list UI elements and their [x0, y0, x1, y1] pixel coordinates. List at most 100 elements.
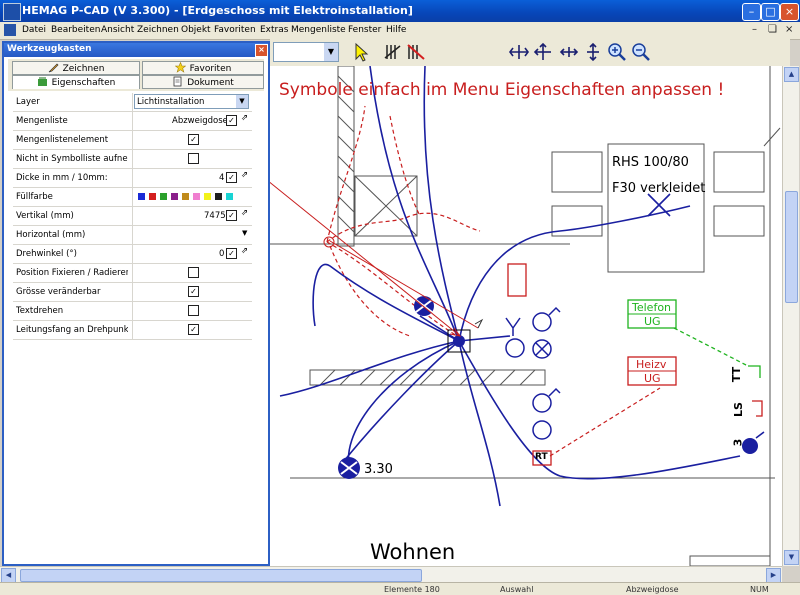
- vertikal-value[interactable]: 7475: [204, 211, 226, 221]
- leitungsfang-checkbox[interactable]: ✓: [188, 324, 199, 335]
- vertical-scroll-thumb[interactable]: [785, 191, 798, 303]
- minimize-button[interactable]: –: [742, 3, 761, 21]
- vertical-scrollbar[interactable]: ▲ ▼: [782, 66, 799, 566]
- room-label: Wohnen: [370, 540, 456, 564]
- dicke-value[interactable]: 4: [219, 173, 224, 183]
- heizv-ug-label: UG: [644, 372, 661, 385]
- socket-symbol: [507, 263, 527, 297]
- property-row-symbolliste: Nicht in Symbolliste aufnehmen: [13, 150, 252, 169]
- document-menu-icon[interactable]: [4, 24, 16, 36]
- separator: [132, 112, 133, 130]
- menu-datei[interactable]: Datei: [22, 25, 46, 35]
- menu-mengenliste[interactable]: Mengenliste: [291, 25, 346, 35]
- zoom-out-icon[interactable]: [630, 41, 652, 63]
- scroll-left-icon[interactable]: ◀: [1, 568, 16, 583]
- drehwinkel-value[interactable]: 0: [219, 249, 224, 259]
- hatch-tool-icon[interactable]: [382, 41, 404, 63]
- horizontal-scrollbar[interactable]: ◀ ▶: [0, 566, 782, 583]
- status-bar: Elemente 180 Auswahl Abzweigdose NUM: [0, 582, 800, 595]
- property-row-mengenliste: Mengenliste Abzweigdose ✓ ⇗: [13, 112, 252, 131]
- pencil-icon: [48, 63, 59, 73]
- mdi-minimize-icon[interactable]: –: [752, 24, 757, 35]
- color-swatch[interactable]: [215, 193, 222, 200]
- layer-value: Lichtinstallation: [137, 97, 205, 107]
- edit-arrow-icon[interactable]: ⇗: [241, 170, 248, 180]
- color-swatch[interactable]: [160, 193, 167, 200]
- color-swatch[interactable]: [193, 193, 200, 200]
- color-swatch[interactable]: [138, 193, 145, 200]
- apply-checkbox[interactable]: ✓: [226, 210, 237, 221]
- color-swatch[interactable]: [182, 193, 189, 200]
- menu-fenster[interactable]: Fenster: [348, 25, 381, 35]
- apply-checkbox[interactable]: ✓: [226, 248, 237, 259]
- move-vertical-icon[interactable]: [582, 41, 604, 63]
- apply-checkbox[interactable]: ✓: [226, 115, 237, 126]
- property-row-leitungsfang: Leitungsfang an Drehpunkt ✓: [13, 321, 252, 340]
- horizontal-scroll-thumb[interactable]: [20, 569, 422, 582]
- menu-hilfe[interactable]: Hilfe: [386, 25, 406, 35]
- property-row-fuellfarbe: Füllfarbe: [13, 188, 252, 207]
- menu-favoriten[interactable]: Favoriten: [214, 25, 256, 35]
- move-horizontal-icon[interactable]: [558, 41, 580, 63]
- maximize-button[interactable]: □: [761, 3, 780, 21]
- star-icon: [174, 62, 186, 73]
- symbolliste-checkbox[interactable]: [188, 153, 199, 164]
- properties-icon: [37, 77, 47, 86]
- drawing-canvas[interactable]: Symbole einfach im Menu Eigenschaften an…: [270, 66, 782, 566]
- scroll-right-icon[interactable]: ▶: [766, 568, 781, 583]
- tab-favoriten[interactable]: Favoriten: [142, 61, 264, 75]
- status-num: NUM: [750, 585, 769, 594]
- mengenlistenelement-checkbox[interactable]: ✓: [188, 134, 199, 145]
- edit-arrow-icon[interactable]: ⇗: [241, 113, 248, 123]
- tab-dokument[interactable]: Dokument: [142, 75, 264, 89]
- mirror-horizontal-icon[interactable]: [508, 41, 530, 63]
- scroll-up-icon[interactable]: ▲: [784, 67, 799, 82]
- annotation-text: Symbole einfach im Menu Eigenschaften an…: [279, 80, 725, 100]
- menu-ansicht[interactable]: Ansicht: [101, 25, 134, 35]
- position-checkbox[interactable]: [188, 267, 199, 278]
- mengenliste-value[interactable]: Abzweigdose: [172, 116, 228, 126]
- property-label: Horizontal (mm): [16, 230, 86, 240]
- mdi-restore-icon[interactable]: ❏: [768, 24, 777, 35]
- close-icon[interactable]: ×: [255, 44, 268, 57]
- zoom-in-icon[interactable]: [606, 41, 628, 63]
- menu-zeichnen[interactable]: Zeichnen: [137, 25, 179, 35]
- color-swatch[interactable]: [226, 193, 233, 200]
- apply-checkbox[interactable]: ✓: [226, 172, 237, 183]
- color-swatch[interactable]: [171, 193, 178, 200]
- mdi-close-icon[interactable]: ×: [785, 24, 793, 35]
- menu-extras[interactable]: Extras: [260, 25, 288, 35]
- toolbar-dropdown[interactable]: ▼: [273, 42, 339, 62]
- tab-zeichnen[interactable]: Zeichnen: [12, 61, 140, 75]
- textdrehen-checkbox[interactable]: [188, 305, 199, 316]
- heizv-label: Heizv: [636, 358, 667, 371]
- property-label: Vertikal (mm): [16, 211, 74, 221]
- color-swatch[interactable]: [204, 193, 211, 200]
- tab-eigenschaften-label: Eigenschaften: [51, 78, 116, 88]
- tab-eigenschaften[interactable]: Eigenschaften: [12, 75, 140, 89]
- property-row-mengenlistenelement: Mengenlistenelement ✓: [13, 131, 252, 150]
- layer-select[interactable]: Lichtinstallation ▼: [134, 94, 249, 109]
- status-selection: Abzweigdose: [626, 585, 679, 594]
- color-swatch[interactable]: [149, 193, 156, 200]
- property-row-vertikal: Vertikal (mm) 7475 ✓ ⇗: [13, 207, 252, 226]
- select-arrow-icon[interactable]: [350, 41, 372, 63]
- scroll-down-icon[interactable]: ▼: [784, 550, 799, 565]
- color-swatches: [134, 188, 252, 206]
- property-row-textdrehen: Textdrehen: [13, 302, 252, 321]
- tab-dokument-label: Dokument: [187, 78, 234, 88]
- menu-objekt[interactable]: Objekt: [181, 25, 211, 35]
- erase-tool-icon[interactable]: [405, 41, 427, 63]
- groesse-checkbox[interactable]: ✓: [188, 286, 199, 297]
- property-label: Position Fixieren / Radieren: [16, 268, 128, 278]
- property-label: Textdrehen: [16, 306, 64, 316]
- close-button[interactable]: ×: [780, 3, 799, 21]
- status-mode: Auswahl: [500, 585, 534, 594]
- menu-bearbeiten[interactable]: Bearbeiten: [51, 25, 100, 35]
- ls-label: LS: [731, 402, 745, 417]
- chevron-down-icon[interactable]: ▼: [242, 229, 247, 237]
- mirror-diagonal-icon[interactable]: [532, 41, 554, 63]
- edit-arrow-icon[interactable]: ⇗: [241, 246, 248, 256]
- property-label: Füllfarbe: [16, 192, 53, 202]
- edit-arrow-icon[interactable]: ⇗: [241, 208, 248, 218]
